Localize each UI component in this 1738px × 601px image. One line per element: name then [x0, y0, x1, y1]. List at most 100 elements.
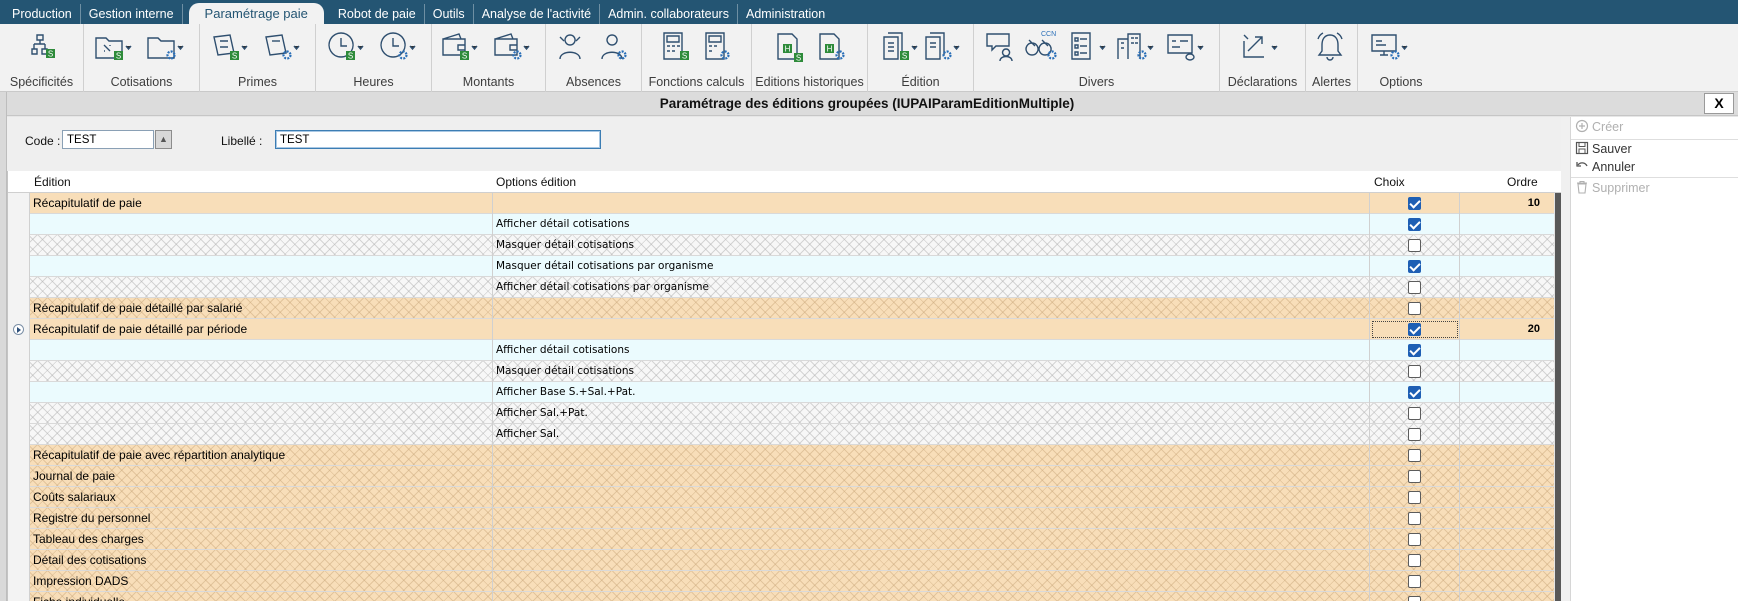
option-row[interactable]: Afficher détail cotisations par organism… [8, 277, 1561, 298]
menu-item-5[interactable]: Analyse de l'activité [474, 4, 601, 24]
edition-row[interactable]: Fiche individuelle [8, 592, 1561, 601]
row-selector[interactable] [8, 235, 30, 256]
option-row[interactable]: Masquer détail cotisations [8, 235, 1561, 256]
calculator-settings-icon[interactable] [698, 29, 738, 65]
row-selector[interactable] [8, 466, 30, 487]
choix-checkbox[interactable] [1408, 428, 1421, 441]
row-selector[interactable] [8, 529, 30, 550]
menu-item-1[interactable]: Gestion interne [81, 4, 183, 24]
edition-row[interactable]: Tableau des charges [8, 529, 1561, 550]
option-row[interactable]: Afficher détail cotisations [8, 214, 1561, 235]
edition-row[interactable]: Récapitulatif de paie détaillé par salar… [8, 298, 1561, 319]
edition-settings-icon[interactable] [920, 29, 960, 65]
save-button[interactable]: Sauver [1575, 141, 1632, 159]
edition-documents-icon[interactable]: S [878, 29, 918, 65]
ordre-cell[interactable] [1460, 592, 1550, 601]
column-header-options[interactable]: Options édition [496, 175, 576, 189]
choix-checkbox[interactable] [1408, 512, 1421, 525]
row-selector[interactable] [8, 361, 30, 382]
choix-checkbox[interactable] [1408, 344, 1421, 357]
row-selector[interactable] [8, 487, 30, 508]
choix-checkbox[interactable] [1408, 596, 1421, 601]
checklist-icon[interactable] [1066, 29, 1106, 65]
create-button[interactable]: Créer [1575, 119, 1623, 137]
calculator-icon[interactable]: S [656, 29, 696, 65]
row-selector[interactable] [8, 550, 30, 571]
choix-checkbox[interactable] [1408, 533, 1421, 546]
column-header-choix[interactable]: Choix [1374, 175, 1405, 189]
primes-money-icon[interactable]: S [208, 29, 248, 65]
user-comment-icon[interactable] [982, 29, 1022, 65]
ordre-cell[interactable] [1460, 277, 1550, 298]
option-row[interactable]: Afficher Sal. [8, 424, 1561, 445]
ordre-cell[interactable] [1460, 571, 1550, 592]
ordre-cell[interactable] [1460, 508, 1550, 529]
option-row[interactable]: Afficher Sal.+Pat. [8, 403, 1561, 424]
heures-clock-icon[interactable]: S [324, 29, 364, 65]
row-selector[interactable] [8, 571, 30, 592]
ordre-cell[interactable] [1460, 445, 1550, 466]
ordre-cell[interactable] [1460, 298, 1550, 319]
declaration-export-icon[interactable] [1238, 29, 1278, 65]
view-settings-icon[interactable] [1164, 29, 1204, 65]
menu-item-6[interactable]: Admin. collaborateurs [600, 4, 738, 24]
row-selector[interactable] [8, 424, 30, 445]
option-row[interactable]: Afficher Base S.+Sal.+Pat. [8, 382, 1561, 403]
ordre-cell[interactable]: 10 [1460, 193, 1550, 214]
org-chart-icon[interactable]: S [22, 29, 62, 65]
code-lookup-button[interactable]: ▲ [155, 130, 172, 149]
ordre-cell[interactable] [1460, 256, 1550, 277]
menu-item-7[interactable]: Administration [738, 4, 833, 24]
column-header-ordre[interactable]: Ordre [1507, 175, 1538, 189]
menu-item-0[interactable]: Production [4, 4, 81, 24]
edition-row[interactable]: Récapitulatif de paie avec répartition a… [8, 445, 1561, 466]
choix-checkbox[interactable] [1408, 260, 1421, 273]
ordre-cell[interactable] [1460, 361, 1550, 382]
choix-checkbox[interactable] [1408, 302, 1421, 315]
ordre-cell[interactable] [1460, 487, 1550, 508]
close-button[interactable]: X [1704, 93, 1734, 114]
heures-settings-icon[interactable] [376, 29, 416, 65]
montants-settings-icon[interactable] [490, 29, 530, 65]
edition-row[interactable]: Journal de paie [8, 466, 1561, 487]
edition-row[interactable]: Registre du personnel [8, 508, 1561, 529]
edition-row[interactable]: Récapitulatif de paie 10 [8, 193, 1561, 214]
option-row[interactable]: Masquer détail cotisations [8, 361, 1561, 382]
choix-checkbox[interactable] [1408, 239, 1421, 252]
choix-checkbox[interactable] [1408, 218, 1421, 231]
montants-wallet-icon[interactable]: S [438, 29, 478, 65]
choix-checkbox[interactable] [1408, 470, 1421, 483]
row-selector[interactable] [8, 256, 30, 277]
cotisations-settings-icon[interactable] [144, 29, 184, 65]
cotisations-folder-icon[interactable]: S [92, 29, 132, 65]
choix-checkbox[interactable] [1408, 365, 1421, 378]
row-selector[interactable] [8, 319, 30, 340]
ordre-cell[interactable] [1460, 550, 1550, 571]
primes-settings-icon[interactable] [260, 29, 300, 65]
row-selector[interactable] [8, 193, 30, 214]
history-document-icon[interactable]: HS [770, 29, 810, 65]
delete-button[interactable]: Supprimer [1575, 180, 1650, 198]
row-selector[interactable] [8, 592, 30, 601]
ordre-cell[interactable] [1460, 403, 1550, 424]
ordre-cell[interactable]: 20 [1460, 319, 1550, 340]
row-selector[interactable] [8, 403, 30, 424]
edition-row[interactable]: Coûts salariaux [8, 487, 1561, 508]
code-field[interactable] [62, 130, 154, 149]
ordre-cell[interactable] [1460, 466, 1550, 487]
choix-checkbox[interactable] [1408, 281, 1421, 294]
row-selector[interactable] [8, 298, 30, 319]
ordre-cell[interactable] [1460, 424, 1550, 445]
row-selector[interactable] [8, 214, 30, 235]
grid-scrollbar[interactable] [1554, 193, 1561, 601]
edition-row[interactable]: Détail des cotisations [8, 550, 1561, 571]
ordre-cell[interactable] [1460, 529, 1550, 550]
options-monitor-icon[interactable] [1368, 29, 1408, 65]
absences-user-icon[interactable] [552, 29, 592, 65]
choix-checkbox[interactable] [1408, 323, 1421, 336]
choix-checkbox[interactable] [1408, 197, 1421, 210]
bell-icon[interactable] [1312, 29, 1352, 65]
choix-checkbox[interactable] [1408, 575, 1421, 588]
option-row[interactable]: Afficher détail cotisations [8, 340, 1561, 361]
ordre-cell[interactable] [1460, 235, 1550, 256]
